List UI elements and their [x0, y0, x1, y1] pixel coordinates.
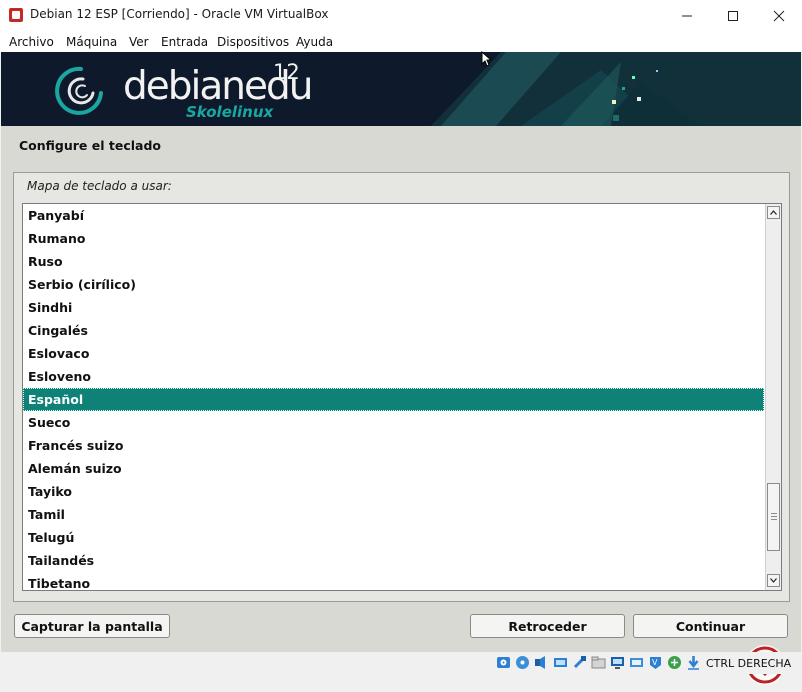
list-item[interactable]: Ruso	[23, 250, 764, 273]
debian-swirl-logo	[55, 66, 103, 115]
host-key-label: CTRL DERECHA	[706, 657, 792, 670]
hard-disk-icon[interactable]	[496, 655, 511, 670]
page-title: Configure el teclado	[19, 138, 161, 153]
list-item[interactable]: Tayiko	[23, 480, 764, 503]
audio-icon[interactable]	[534, 655, 549, 670]
list-item[interactable]: Cingalés	[23, 319, 764, 342]
scroll-thumb[interactable]	[767, 483, 780, 551]
list-item[interactable]: Tamil	[23, 503, 764, 526]
menu-entrada[interactable]: Entrada	[161, 35, 208, 49]
menu-maquina[interactable]: Máquina	[66, 35, 117, 49]
video-capture-icon[interactable]	[629, 655, 644, 670]
display-icon[interactable]	[610, 655, 625, 670]
chevron-up-icon	[770, 210, 777, 215]
menu-bar: Archivo Máquina Ver Entrada Dispositivos…	[0, 31, 802, 52]
banner-decoration	[431, 52, 801, 126]
list-item[interactable]: Tibetano	[23, 572, 764, 590]
optical-drive-icon[interactable]	[515, 655, 530, 670]
list-item[interactable]: Serbio (cirílico)	[23, 273, 764, 296]
close-button[interactable]	[756, 0, 802, 31]
screenshot-button[interactable]: Capturar la pantalla	[14, 614, 170, 638]
usb-icon[interactable]	[572, 655, 587, 670]
keyboard-panel: Mapa de teclado a usar: Panyabí Rumano R…	[13, 172, 790, 602]
network-icon[interactable]	[553, 655, 568, 670]
menu-ver[interactable]: Ver	[129, 35, 149, 49]
list-item-selected[interactable]: Español	[23, 388, 764, 411]
list-item[interactable]: Telugú	[23, 526, 764, 549]
recording-icon[interactable]: V	[648, 655, 663, 670]
window-title: Debian 12 ESP [Corriendo] - Oracle VM Vi…	[30, 7, 329, 21]
chevron-down-icon	[770, 578, 777, 583]
list-item[interactable]: Francés suizo	[23, 434, 764, 457]
continue-button[interactable]: Continuar	[633, 614, 788, 638]
list-item[interactable]: Sueco	[23, 411, 764, 434]
banner-subtitle: Skolelinux	[186, 103, 274, 121]
list-item[interactable]: Panyabí	[23, 204, 764, 227]
list-item[interactable]: Alemán suizo	[23, 457, 764, 480]
banner-version: 12	[273, 60, 300, 84]
list-scrollbar[interactable]	[765, 204, 781, 590]
download-arrow-icon[interactable]	[686, 655, 701, 670]
scroll-down-button[interactable]	[767, 574, 780, 587]
shared-folders-icon[interactable]	[591, 655, 606, 670]
keymap-list[interactable]: Panyabí Rumano Ruso Serbio (cirílico) Si…	[22, 203, 782, 591]
list-item[interactable]: Sindhi	[23, 296, 764, 319]
minimize-button[interactable]	[664, 0, 710, 31]
vbox-network-icon[interactable]	[667, 655, 682, 670]
list-label: Mapa de teclado a usar:	[27, 179, 172, 193]
list-item[interactable]: Esloveno	[23, 365, 764, 388]
svg-text:V: V	[652, 658, 658, 667]
vm-statusbar: V CTRL DERECHA	[0, 652, 802, 674]
list-item[interactable]: Rumano	[23, 227, 764, 250]
virtualbox-vm-icon	[9, 8, 23, 22]
scroll-up-button[interactable]	[767, 206, 780, 219]
back-button[interactable]: Retroceder	[470, 614, 625, 638]
maximize-button[interactable]	[710, 0, 756, 31]
window-titlebar: Debian 12 ESP [Corriendo] - Oracle VM Vi…	[0, 0, 802, 31]
list-item[interactable]: Eslovaco	[23, 342, 764, 365]
list-item[interactable]: Tailandés	[23, 549, 764, 572]
vm-display[interactable]: debianedu 12 Skolelinux Configure el tec…	[1, 52, 801, 685]
menu-ayuda[interactable]: Ayuda	[296, 35, 333, 49]
menu-archivo[interactable]: Archivo	[9, 35, 54, 49]
mouse-cursor-icon	[481, 51, 492, 67]
menu-dispositivos[interactable]: Dispositivos	[217, 35, 289, 49]
debianedu-banner: debianedu 12 Skolelinux	[1, 52, 801, 126]
